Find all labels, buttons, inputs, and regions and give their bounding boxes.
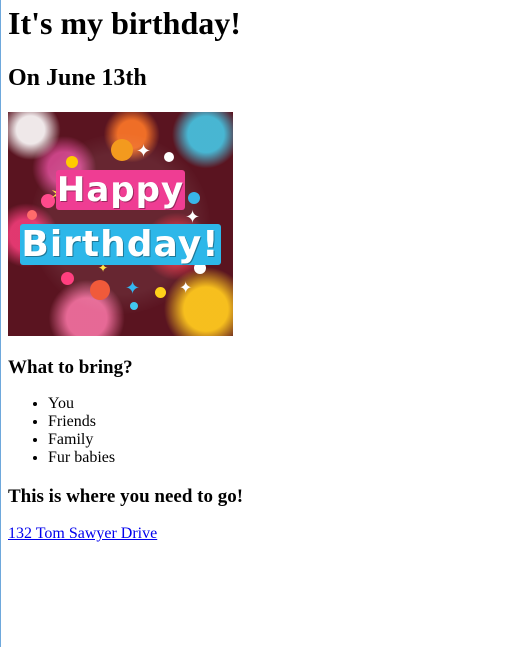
confetti-dot (27, 210, 37, 220)
happy-birthday-image: ✦ ✶ ✦ ✦ ✦ ✦ ✦ Happy Birthday! (8, 112, 233, 336)
location-heading: This is where you need to go! (8, 486, 244, 507)
banner-happy-label: Happy (55, 170, 186, 210)
list-item: Friends (48, 413, 518, 431)
confetti-dot (130, 302, 138, 310)
star-icon: ✦ (179, 278, 193, 297)
confetti-dot (164, 152, 174, 162)
address-link[interactable]: 132 Tom Sawyer Drive (8, 525, 157, 543)
list-item: Fur babies (48, 449, 518, 467)
list-item: You (48, 395, 518, 413)
banner-birthday-label: Birthday! (20, 224, 221, 265)
confetti-dot (90, 280, 110, 300)
date-heading: On June 13th (8, 65, 147, 91)
bring-list: You Friends Family Fur babies (8, 395, 518, 467)
what-to-bring-heading: What to bring? (8, 357, 133, 378)
confetti-dot (155, 287, 166, 298)
confetti-dot (61, 272, 74, 285)
star-icon: ✦ (125, 278, 141, 299)
page-title: It's my birthday! (8, 5, 241, 41)
page-content: It's my birthday! On June 13th ✦ ✶ ✦ ✦ ✦… (8, 0, 518, 543)
confetti-dot (111, 139, 133, 161)
star-icon: ✦ (136, 141, 152, 162)
window-edge-line (0, 0, 1, 647)
confetti-dot (66, 156, 78, 168)
list-item: Family (48, 431, 518, 449)
banner-happy-text: Happy (8, 170, 233, 210)
banner-birthday-text: Birthday! (8, 224, 233, 265)
